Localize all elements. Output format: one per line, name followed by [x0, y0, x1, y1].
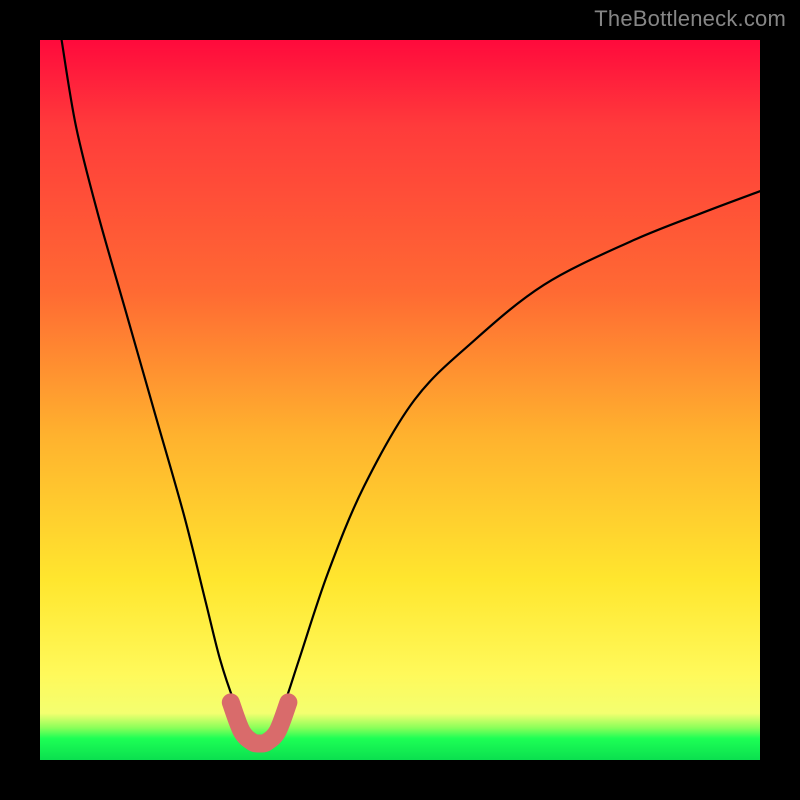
highlight-band [231, 702, 289, 743]
chart-frame: TheBottleneck.com [0, 0, 800, 800]
watermark-text: TheBottleneck.com [594, 6, 786, 32]
bottleneck-curve [62, 40, 760, 742]
curve-layer [40, 40, 760, 760]
plot-area [40, 40, 760, 760]
